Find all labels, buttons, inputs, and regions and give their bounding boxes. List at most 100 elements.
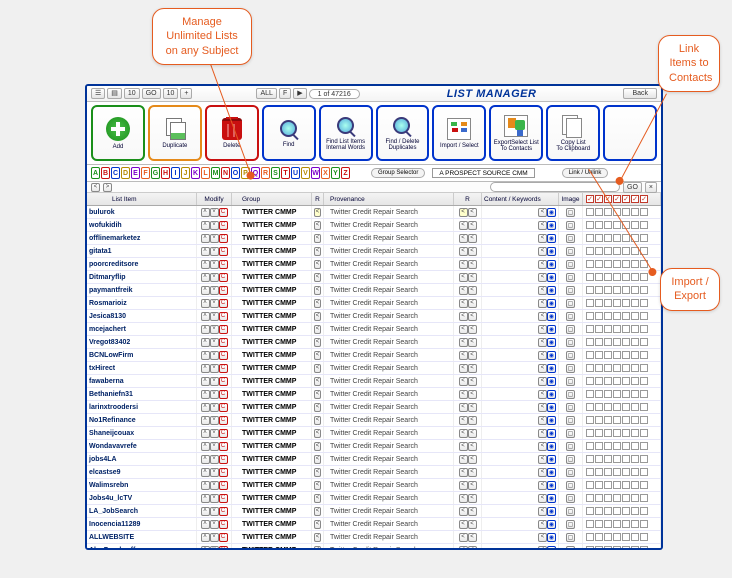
row-left-button[interactable]: < [538, 481, 547, 490]
row-edit-button[interactable]: ◉ [547, 390, 556, 399]
row-check-4[interactable] [613, 494, 621, 502]
row-up-button[interactable]: ˄ [201, 494, 210, 503]
row-check-1[interactable] [586, 390, 594, 398]
row-left-button[interactable]: < [538, 351, 547, 360]
row-c-button[interactable]: C [219, 416, 228, 425]
row-r1-button[interactable]: < [314, 416, 321, 425]
row-r2-button-2[interactable]: < [468, 338, 477, 347]
row-check-4[interactable] [613, 338, 621, 346]
col-content[interactable]: Content / Keywords [482, 193, 559, 205]
row-left-button[interactable]: < [538, 338, 547, 347]
row-check-5[interactable] [622, 247, 630, 255]
row-check-6[interactable] [631, 260, 639, 268]
prospect-source-field[interactable]: A PROSPECT SOURCE CMM [432, 168, 534, 178]
row-edit-button[interactable]: ◉ [547, 299, 556, 308]
row-check-5[interactable] [622, 455, 630, 463]
row-left-button[interactable]: < [538, 507, 547, 516]
alpha-E[interactable]: E [131, 167, 140, 179]
row-check-2[interactable] [595, 520, 603, 528]
row-check-3[interactable] [604, 533, 612, 541]
table-row[interactable]: elcastse9˄˅CTWITTER CMMP<Twitter Credit … [87, 466, 661, 479]
row-up-button[interactable]: ˄ [201, 507, 210, 516]
table-row[interactable]: Walimsrebn˄˅CTWITTER CMMP<Twitter Credit… [87, 479, 661, 492]
row-down-button[interactable]: ˅ [210, 273, 219, 282]
row-check-7[interactable] [640, 494, 648, 502]
row-check-6[interactable] [631, 390, 639, 398]
row-check-3[interactable] [604, 468, 612, 476]
row-check-4[interactable] [613, 351, 621, 359]
row-check-5[interactable] [622, 325, 630, 333]
row-c-button[interactable]: C [219, 494, 228, 503]
row-image-button[interactable]: ▢ [566, 273, 575, 282]
row-down-button[interactable]: ˅ [210, 247, 219, 256]
row-check-3[interactable] [604, 481, 612, 489]
row-check-1[interactable] [586, 221, 594, 229]
row-up-button[interactable]: ˄ [201, 299, 210, 308]
col-r1[interactable]: R [312, 193, 324, 205]
row-check-6[interactable] [631, 507, 639, 515]
row-check-7[interactable] [640, 390, 648, 398]
row-check-7[interactable] [640, 546, 648, 550]
row-check-3[interactable] [604, 312, 612, 320]
row-up-button[interactable]: ˄ [201, 390, 210, 399]
row-check-6[interactable] [631, 546, 639, 550]
alpha-M[interactable]: M [211, 167, 220, 179]
row-check-6[interactable] [631, 221, 639, 229]
row-image-button[interactable]: ▢ [566, 234, 575, 243]
row-check-1[interactable] [586, 403, 594, 411]
row-up-button[interactable]: ˄ [201, 481, 210, 490]
row-r2-button-1[interactable]: < [459, 403, 468, 412]
row-r1-button[interactable]: < [314, 481, 321, 490]
row-r2-button-1[interactable]: < [459, 468, 468, 477]
row-check-4[interactable] [613, 273, 621, 281]
row-down-button[interactable]: ˅ [210, 494, 219, 503]
row-check-7[interactable] [640, 234, 648, 242]
row-edit-button[interactable]: ◉ [547, 234, 556, 243]
row-edit-button[interactable]: ◉ [547, 286, 556, 295]
alpha-X[interactable]: X [321, 167, 330, 179]
row-check-3[interactable] [604, 455, 612, 463]
row-c-button[interactable]: C [219, 442, 228, 451]
row-down-button[interactable]: ˅ [210, 507, 219, 516]
row-check-1[interactable] [586, 377, 594, 385]
row-up-button[interactable]: ˄ [201, 416, 210, 425]
row-check-4[interactable] [613, 312, 621, 320]
table-row[interactable]: Rosmarioiz˄˅CTWITTER CMMP<Twitter Credit… [87, 297, 661, 310]
row-check-3[interactable] [604, 403, 612, 411]
row-check-1[interactable] [586, 429, 594, 437]
row-r2-button-1[interactable]: < [459, 377, 468, 386]
alpha-C[interactable]: C [111, 167, 120, 179]
col-image[interactable]: Image [559, 193, 583, 205]
row-check-5[interactable] [622, 494, 630, 502]
row-check-3[interactable] [604, 208, 612, 216]
table-row[interactable]: Jesica8130˄˅CTWITTER CMMP<Twitter Credit… [87, 310, 661, 323]
row-left-button[interactable]: < [538, 494, 547, 503]
row-check-1[interactable] [586, 546, 594, 550]
row-edit-button[interactable]: ◉ [547, 325, 556, 334]
row-check-6[interactable] [631, 455, 639, 463]
row-image-button[interactable]: ▢ [566, 312, 575, 321]
row-edit-button[interactable]: ◉ [547, 520, 556, 529]
table-row[interactable]: LA_JobSearch˄˅CTWITTER CMMP<Twitter Cred… [87, 505, 661, 518]
row-r1-button[interactable]: < [314, 442, 321, 451]
row-r2-button-1[interactable]: < [459, 273, 468, 282]
toolbar-blank-button[interactable] [603, 105, 657, 161]
row-check-2[interactable] [595, 351, 603, 359]
row-r1-button[interactable]: < [314, 260, 321, 269]
row-check-6[interactable] [631, 286, 639, 294]
table-row[interactable]: Jobs4u_lcTV˄˅CTWITTER CMMP<Twitter Credi… [87, 492, 661, 505]
row-check-2[interactable] [595, 507, 603, 515]
table-row[interactable]: Shaneijcouax˄˅CTWITTER CMMP<Twitter Cred… [87, 427, 661, 440]
row-check-4[interactable] [613, 286, 621, 294]
row-image-button[interactable]: ▢ [566, 468, 575, 477]
row-check-2[interactable] [595, 429, 603, 437]
row-check-2[interactable] [595, 546, 603, 550]
row-check-5[interactable] [622, 416, 630, 424]
table-row[interactable]: Wondavavrefe˄˅CTWITTER CMMP<Twitter Cred… [87, 440, 661, 453]
row-check-2[interactable] [595, 299, 603, 307]
row-image-button[interactable]: ▢ [566, 546, 575, 551]
row-image-button[interactable]: ▢ [566, 221, 575, 230]
row-up-button[interactable]: ˄ [201, 520, 210, 529]
row-check-6[interactable] [631, 468, 639, 476]
alpha-W[interactable]: W [311, 167, 320, 179]
